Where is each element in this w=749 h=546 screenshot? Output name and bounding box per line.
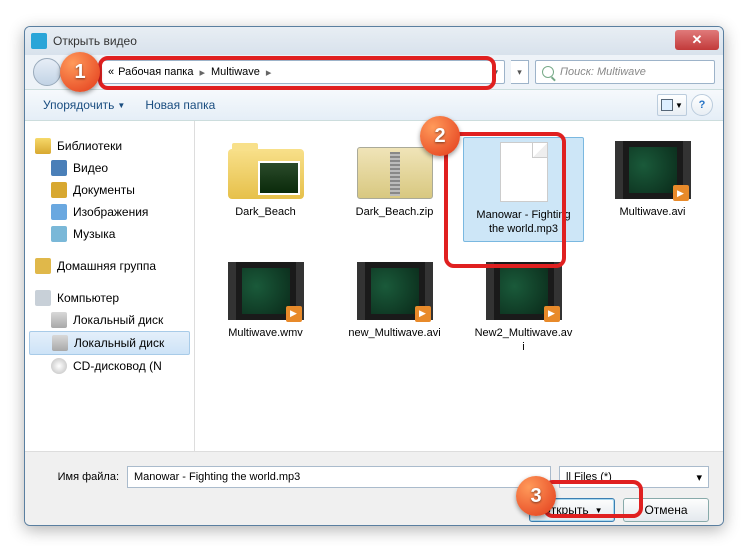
file-item[interactable]: Multiwave.wmv xyxy=(205,258,326,359)
sidebar-item-disk[interactable]: Локальный диск xyxy=(29,309,190,331)
back-button[interactable] xyxy=(33,58,61,86)
new-folder-button[interactable]: Новая папка xyxy=(137,94,223,116)
video-icon xyxy=(486,262,562,320)
file-item[interactable]: New2_Multiwave.avi xyxy=(463,258,584,359)
toolbar: Упорядочить▼ Новая папка ▼ ? xyxy=(25,89,723,121)
blank-icon xyxy=(500,142,548,202)
file-label: Manowar - Fighting the world.mp3 xyxy=(474,208,574,237)
file-item[interactable]: Multiwave.avi xyxy=(592,137,713,242)
sidebar-item-cd[interactable]: CD-дисковод (N xyxy=(29,355,190,377)
file-item[interactable]: Dark_Beach xyxy=(205,137,326,242)
homegroup-icon xyxy=(35,258,51,274)
view-mode-button[interactable]: ▼ xyxy=(657,94,687,116)
nav-row: « Рабочая папка ▸ Multiwave ▸ ▾ ▾ Поиск:… xyxy=(25,55,723,89)
filetype-dropdown[interactable]: ll Files (*)▾ xyxy=(559,466,709,488)
titlebar: Открыть видео ✕ xyxy=(25,27,723,55)
file-item[interactable]: Manowar - Fighting the world.mp3 xyxy=(463,137,584,242)
sidebar-item-images[interactable]: Изображения xyxy=(29,201,190,223)
annotation-badge: 2 xyxy=(420,116,460,156)
chevron-down-icon: ▾ xyxy=(696,471,702,484)
file-label: Dark_Beach xyxy=(235,205,296,219)
cd-icon xyxy=(51,358,67,374)
sidebar: Библиотеки Видео Документы Изображения М… xyxy=(25,121,195,451)
filename-input[interactable] xyxy=(127,466,551,488)
chevron-right-icon: ▸ xyxy=(199,66,205,79)
file-label: New2_Multiwave.avi xyxy=(474,326,574,355)
music-icon xyxy=(51,226,67,242)
file-label: Multiwave.wmv xyxy=(228,326,303,340)
annotation-badge: 3 xyxy=(516,476,556,516)
search-input[interactable]: Поиск: Multiwave xyxy=(535,60,715,84)
dialog-footer: Имя файла: ll Files (*)▾ Открыть▼ Отмена xyxy=(25,451,723,526)
cancel-button[interactable]: Отмена xyxy=(623,498,709,522)
document-icon xyxy=(51,182,67,198)
image-icon xyxy=(51,204,67,220)
sidebar-item-documents[interactable]: Документы xyxy=(29,179,190,201)
sidebar-computer[interactable]: Компьютер xyxy=(29,287,190,309)
file-label: Dark_Beach.zip xyxy=(356,205,434,219)
disk-icon xyxy=(51,312,67,328)
breadcrumb[interactable]: Рабочая папка xyxy=(118,66,193,78)
app-icon xyxy=(31,33,47,49)
address-bar[interactable]: « Рабочая папка ▸ Multiwave ▸ ▾ xyxy=(101,60,505,84)
video-icon xyxy=(51,160,67,176)
window-title: Открыть видео xyxy=(53,34,137,48)
video-icon xyxy=(228,262,304,320)
chevron-down-icon[interactable]: ▾ xyxy=(492,66,498,79)
chevron-right-icon: ▸ xyxy=(266,66,272,79)
file-label: new_Multiwave.avi xyxy=(348,326,440,340)
sidebar-item-disk[interactable]: Локальный диск xyxy=(29,331,190,355)
library-icon xyxy=(35,138,51,154)
search-icon xyxy=(542,66,554,78)
sidebar-libraries[interactable]: Библиотеки xyxy=(29,135,190,157)
sidebar-homegroup[interactable]: Домашняя группа xyxy=(29,255,190,277)
computer-icon xyxy=(35,290,51,306)
chevron-down-icon: ▼ xyxy=(117,101,125,110)
search-placeholder: Поиск: Multiwave xyxy=(560,66,646,78)
folder-pic-icon xyxy=(228,149,304,199)
filename-label: Имя файла: xyxy=(39,471,119,483)
zip-icon xyxy=(357,147,433,199)
address-dropdown[interactable]: ▾ xyxy=(511,60,529,84)
breadcrumb[interactable]: Multiwave xyxy=(211,66,260,78)
close-button[interactable]: ✕ xyxy=(675,30,719,50)
file-label: Multiwave.avi xyxy=(619,205,685,219)
sidebar-item-video[interactable]: Видео xyxy=(29,157,190,179)
disk-icon xyxy=(52,335,68,351)
file-open-dialog: Открыть видео ✕ « Рабочая папка ▸ Multiw… xyxy=(24,26,724,526)
organize-menu[interactable]: Упорядочить▼ xyxy=(35,94,133,116)
file-grid: Dark_Beach Dark_Beach.zip Manowar - Fighti… xyxy=(195,121,723,451)
sidebar-item-music[interactable]: Музыка xyxy=(29,223,190,245)
video-icon xyxy=(357,262,433,320)
crumb-prefix: « xyxy=(108,66,114,78)
annotation-badge: 1 xyxy=(60,52,100,92)
file-item[interactable]: new_Multiwave.avi xyxy=(334,258,455,359)
help-button[interactable]: ? xyxy=(691,94,713,116)
video-icon xyxy=(615,141,691,199)
